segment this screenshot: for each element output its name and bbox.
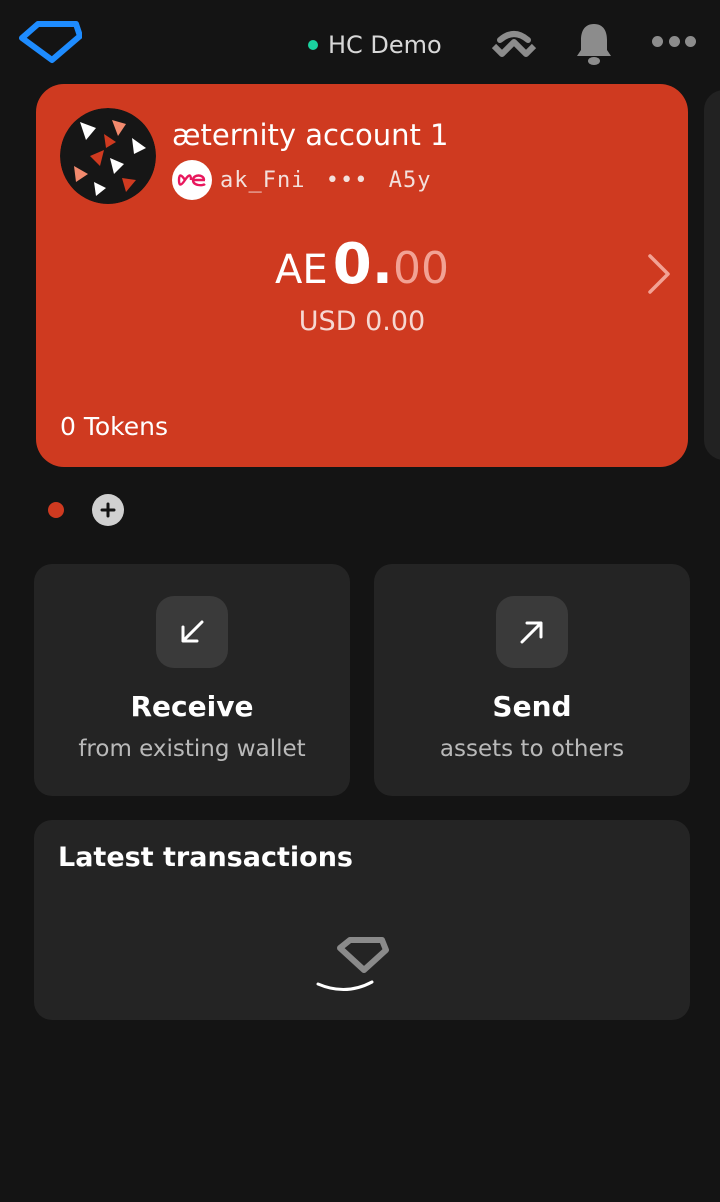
bell-icon[interactable]	[574, 20, 614, 66]
receive-button[interactable]: Receive from existing wallet	[34, 564, 350, 796]
ae-balance: AE 0.00	[36, 232, 688, 297]
account-card[interactable]: æternity account 1 ak_Fni ••• A5y AE 0.0…	[36, 84, 688, 467]
send-title: Send	[492, 690, 572, 723]
next-account-card-peek[interactable]	[704, 90, 720, 460]
balance-decimals: 00	[392, 243, 449, 294]
receive-title: Receive	[130, 690, 254, 723]
receive-subtitle: from existing wallet	[78, 736, 306, 762]
top-bar: HC Demo	[0, 0, 720, 84]
chevron-right-icon[interactable]	[644, 252, 674, 296]
network-name: HC Demo	[328, 31, 442, 59]
latest-transactions-panel: Latest transactions	[34, 820, 690, 1020]
more-icon[interactable]	[652, 36, 696, 50]
latest-transactions-title: Latest transactions	[58, 842, 353, 873]
account-avatar	[60, 108, 156, 204]
tokens-count[interactable]: 0 Tokens	[60, 412, 168, 441]
aeternity-icon	[172, 160, 212, 200]
superhero-logo-icon[interactable]	[18, 20, 83, 64]
plus-icon	[100, 502, 116, 518]
send-subtitle: assets to others	[439, 736, 625, 762]
walletconnect-icon[interactable]	[490, 28, 538, 62]
account-name: æternity account 1	[172, 118, 449, 152]
balance-integer: 0.	[332, 232, 393, 297]
address-ellipsis: •••	[325, 167, 369, 193]
arrow-up-right-icon	[496, 596, 568, 668]
arrow-down-left-icon	[156, 596, 228, 668]
network-selector[interactable]: HC Demo	[308, 28, 442, 62]
account-address[interactable]: ak_Fni ••• A5y	[172, 160, 431, 200]
add-account-button[interactable]	[92, 494, 124, 526]
account-pager	[48, 494, 124, 526]
send-button[interactable]: Send assets to others	[374, 564, 690, 796]
network-status-dot	[308, 40, 318, 50]
pager-dot-active[interactable]	[48, 502, 64, 518]
address-start: ak_Fni	[220, 167, 306, 193]
address-end: A5y	[388, 167, 432, 193]
balance-currency: AE	[275, 247, 328, 293]
loading-spinner-icon	[310, 932, 396, 1002]
fiat-balance: USD 0.00	[298, 306, 426, 337]
